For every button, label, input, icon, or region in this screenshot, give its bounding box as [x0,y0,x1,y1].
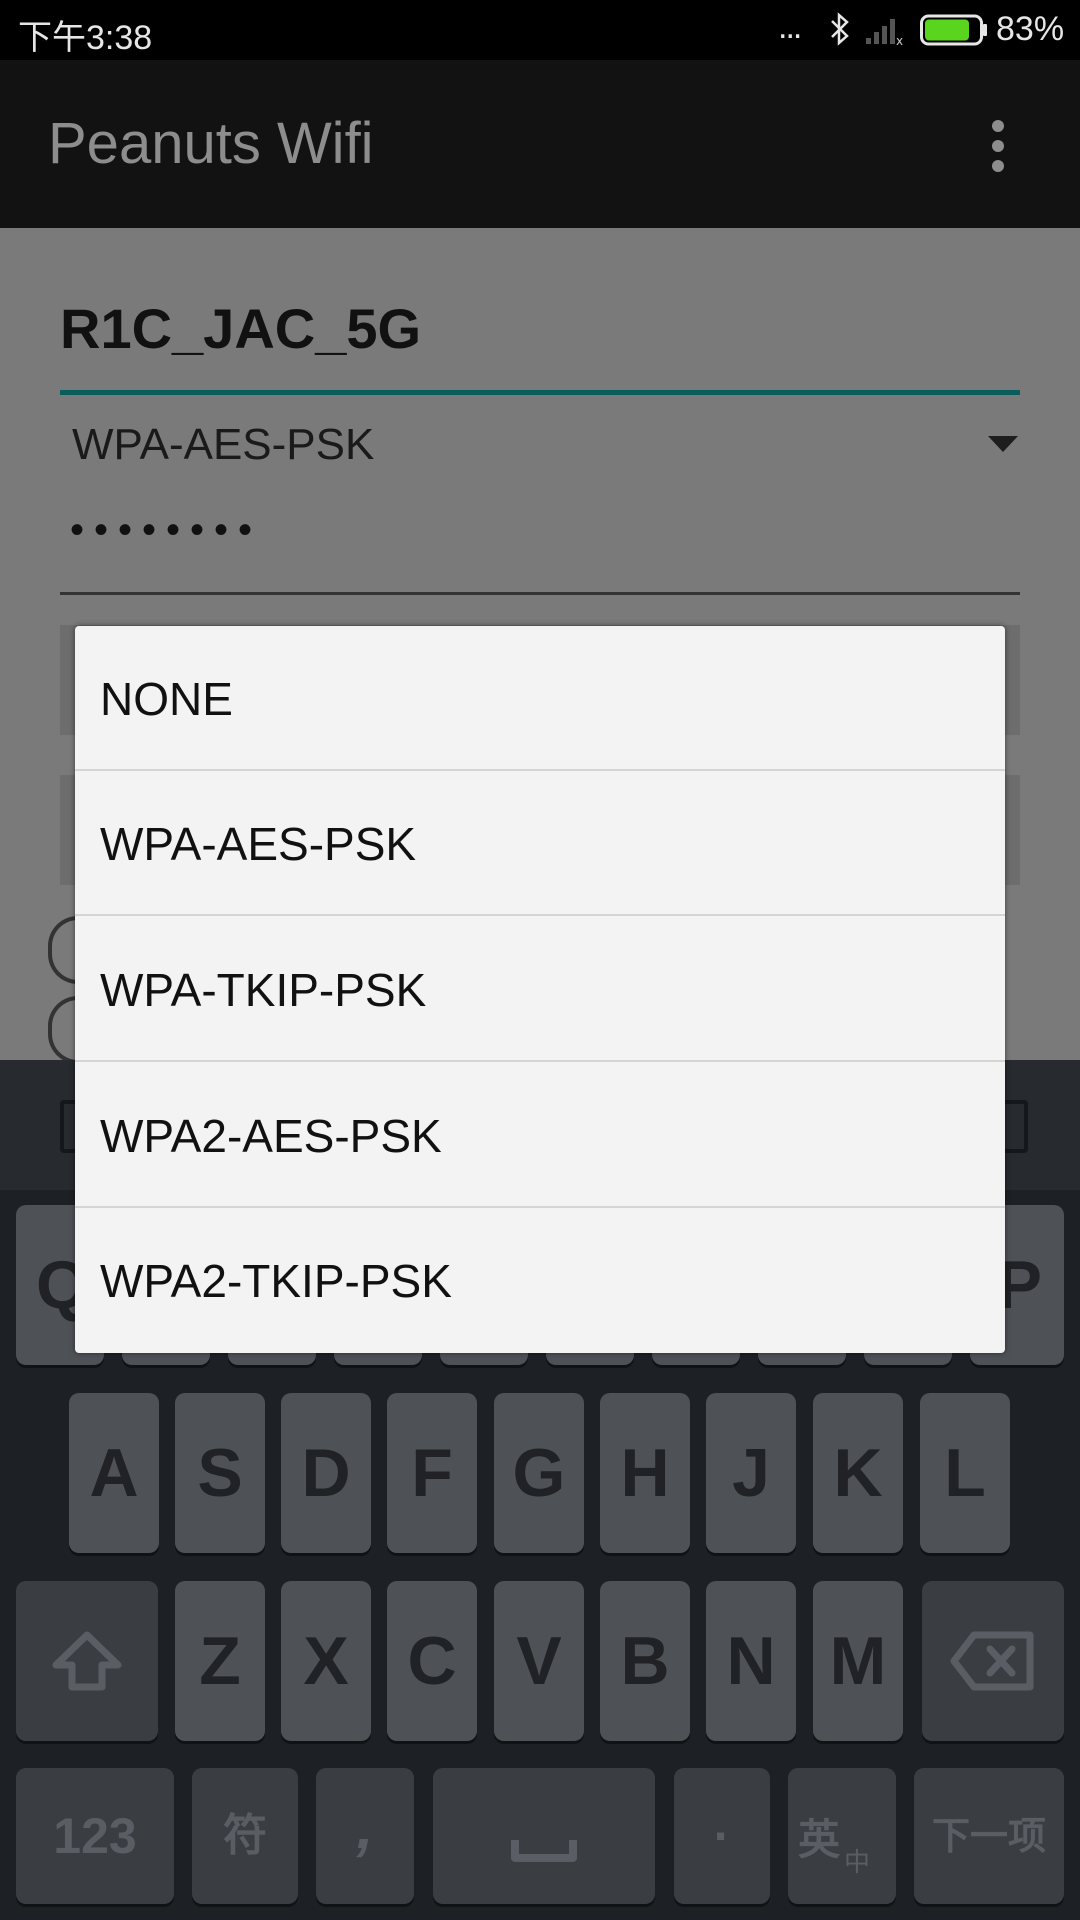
period-key[interactable]: · [674,1768,770,1904]
dialog-option-wpa-aes-psk[interactable]: WPA-AES-PSK [75,771,1005,916]
dropdown-arrow-icon [988,436,1018,452]
shift-key[interactable] [16,1581,158,1741]
dialog-option-wpa2-aes-psk[interactable]: WPA2-AES-PSK [75,1063,1005,1208]
shift-icon [52,1631,122,1691]
key-g[interactable]: G [494,1393,584,1553]
key-h[interactable]: H [600,1393,690,1553]
space-key[interactable] [433,1768,655,1904]
key-b[interactable]: B [600,1581,690,1741]
notification-more-icon: ... [778,8,802,46]
security-spinner[interactable]: WPA-AES-PSK [72,420,374,470]
ssid-field[interactable]: R1C_JAC_5G [60,296,421,361]
bluetooth-icon [831,12,849,46]
key-d[interactable]: D [281,1393,371,1553]
key-v[interactable]: V [494,1581,584,1741]
ssid-underline [60,390,1020,395]
svg-text:x: x [896,34,903,46]
language-sub-label: 中 [844,1848,871,1878]
signal-icon: x [866,19,903,46]
dialog-option-wpa2-tkip-psk[interactable]: WPA2-TKIP-PSK [75,1208,1005,1353]
next-field-key[interactable]: 下一项 [914,1768,1064,1904]
key-l[interactable]: L [920,1393,1010,1553]
status-time: 下午3:38 [18,19,153,57]
backspace-icon [950,1631,1034,1691]
divider [75,914,1005,916]
key-z[interactable]: Z [175,1581,265,1741]
language-switch-key[interactable]: 英 中 [788,1768,896,1904]
key-f[interactable]: F [387,1393,477,1553]
dialog-option-none[interactable]: NONE [75,626,1005,771]
space-icon [511,1840,577,1862]
battery-percent: 83% [996,10,1065,48]
option-label: WPA2-TKIP-PSK [100,1255,452,1307]
key-s[interactable]: S [175,1393,265,1553]
dialog-option-wpa-tkip-psk[interactable]: WPA-TKIP-PSK [75,917,1005,1062]
battery-icon [920,14,987,46]
key-c[interactable]: C [387,1581,477,1741]
key-n[interactable]: N [706,1581,796,1741]
option-label: WPA2-AES-PSK [100,1110,442,1162]
option-label: WPA-TKIP-PSK [100,964,427,1016]
key-m[interactable]: M [813,1581,903,1741]
more-vert-icon[interactable] [978,112,1018,180]
security-options-dialog: NONE WPA-AES-PSK WPA-TKIP-PSK WPA2-AES-P… [75,626,1005,1353]
option-label: NONE [100,673,233,725]
language-main-label: 英 [798,1815,841,1864]
key-k[interactable]: K [813,1393,903,1553]
key-x[interactable]: X [281,1581,371,1741]
app-title: Peanuts Wifi [48,111,374,176]
key-j[interactable]: J [706,1393,796,1553]
key-a[interactable]: A [69,1393,159,1553]
numbers-key[interactable]: 123 [16,1768,174,1904]
backspace-key[interactable] [922,1581,1064,1741]
password-underline [60,592,1020,595]
option-label: WPA-AES-PSK [100,818,417,870]
symbols-key[interactable]: 符 [192,1768,298,1904]
divider [75,1060,1005,1062]
comma-key[interactable]: , [316,1768,414,1904]
status-bar [0,0,1080,60]
password-field[interactable]: •••••••• [70,508,262,553]
